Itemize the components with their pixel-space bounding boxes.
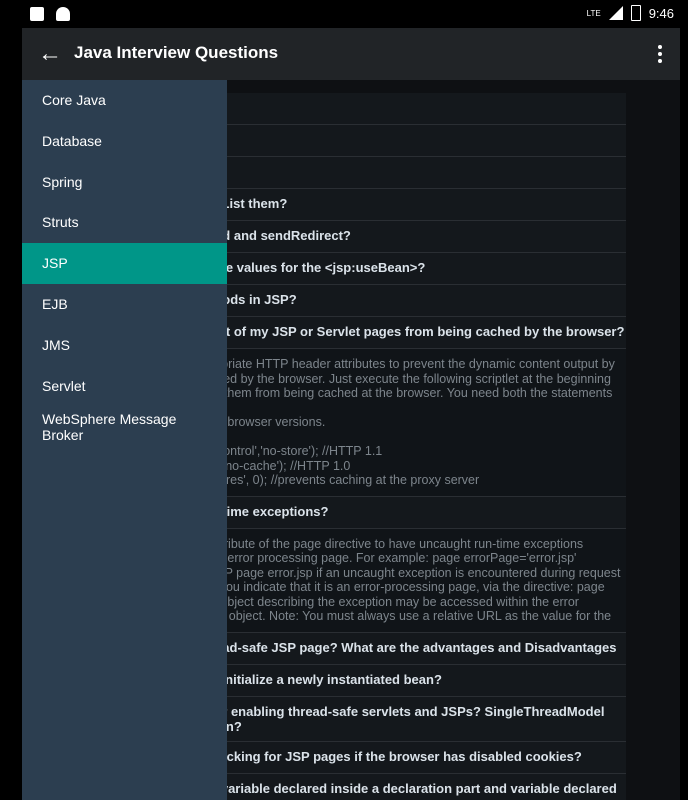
android-icon xyxy=(56,7,70,21)
app-bar: ← Java Interview Questions xyxy=(22,28,680,80)
question-row[interactable]: n-time exceptions? xyxy=(202,496,626,529)
answer-text: attribute of the page directive to have … xyxy=(202,528,626,633)
drawer-item-servlet[interactable]: Servlet xyxy=(22,366,227,406)
question-row[interactable]: ? List them? xyxy=(202,189,626,221)
more-vert-icon[interactable] xyxy=(654,40,666,68)
question-row[interactable] xyxy=(202,93,626,125)
drawer-item-jsp[interactable]: JSP xyxy=(22,243,227,284)
answer-text: ropriate HTTP header attributes to preve… xyxy=(202,349,626,497)
sd-card-icon xyxy=(30,7,44,21)
drawer-item-spring[interactable]: Spring xyxy=(22,162,227,202)
question-row[interactable]: ope values for the <jsp:useBean>? xyxy=(202,253,626,285)
question-row[interactable]: tracking for JSP pages if the browser ha… xyxy=(202,741,626,774)
back-arrow-icon[interactable]: ← xyxy=(36,40,64,68)
question-row[interactable]: ard and sendRedirect? xyxy=(202,221,626,253)
signal-icon xyxy=(608,6,623,20)
drawer-item-database[interactable]: Database xyxy=(22,121,227,162)
app-window: ? List them? ard and sendRedirect? ope val… xyxy=(22,28,680,800)
question-row[interactable]: out of my JSP or Servlet pages from bein… xyxy=(202,317,626,349)
question-row[interactable]: ntods in JSP? xyxy=(202,285,626,317)
navigation-drawer: Core Java Database Spring Struts JSP EJB JMS Se… xyxy=(22,80,227,800)
drawer-item-core-java[interactable]: Core Java xyxy=(22,80,227,121)
question-row[interactable]: read-safe JSP page? What are the advanta… xyxy=(202,632,626,665)
question-row[interactable]: o initialize a newly instantiated bean? xyxy=(202,664,626,697)
status-bar: LTE 9:46 xyxy=(0,0,688,28)
app-title: Java Interview Questions xyxy=(74,43,279,62)
question-row[interactable] xyxy=(202,157,626,189)
battery-icon xyxy=(630,5,641,21)
question-row[interactable]: for enabling thread-safe servlets and JS… xyxy=(202,696,626,742)
clock: 9:46 xyxy=(648,5,674,21)
drawer-item-websphere-message-broker[interactable]: WebSphere Message Broker xyxy=(22,406,227,456)
network-label: LTE xyxy=(586,8,601,18)
drawer-item-struts[interactable]: Struts xyxy=(22,202,227,243)
question-row[interactable]: v variable declared inside a declaration… xyxy=(202,773,626,800)
question-row[interactable] xyxy=(202,125,626,157)
question-list: ? List them? ard and sendRedirect? ope val… xyxy=(202,93,626,800)
drawer-item-ejb[interactable]: EJB xyxy=(22,284,227,325)
drawer-item-jms[interactable]: JMS xyxy=(22,325,227,366)
